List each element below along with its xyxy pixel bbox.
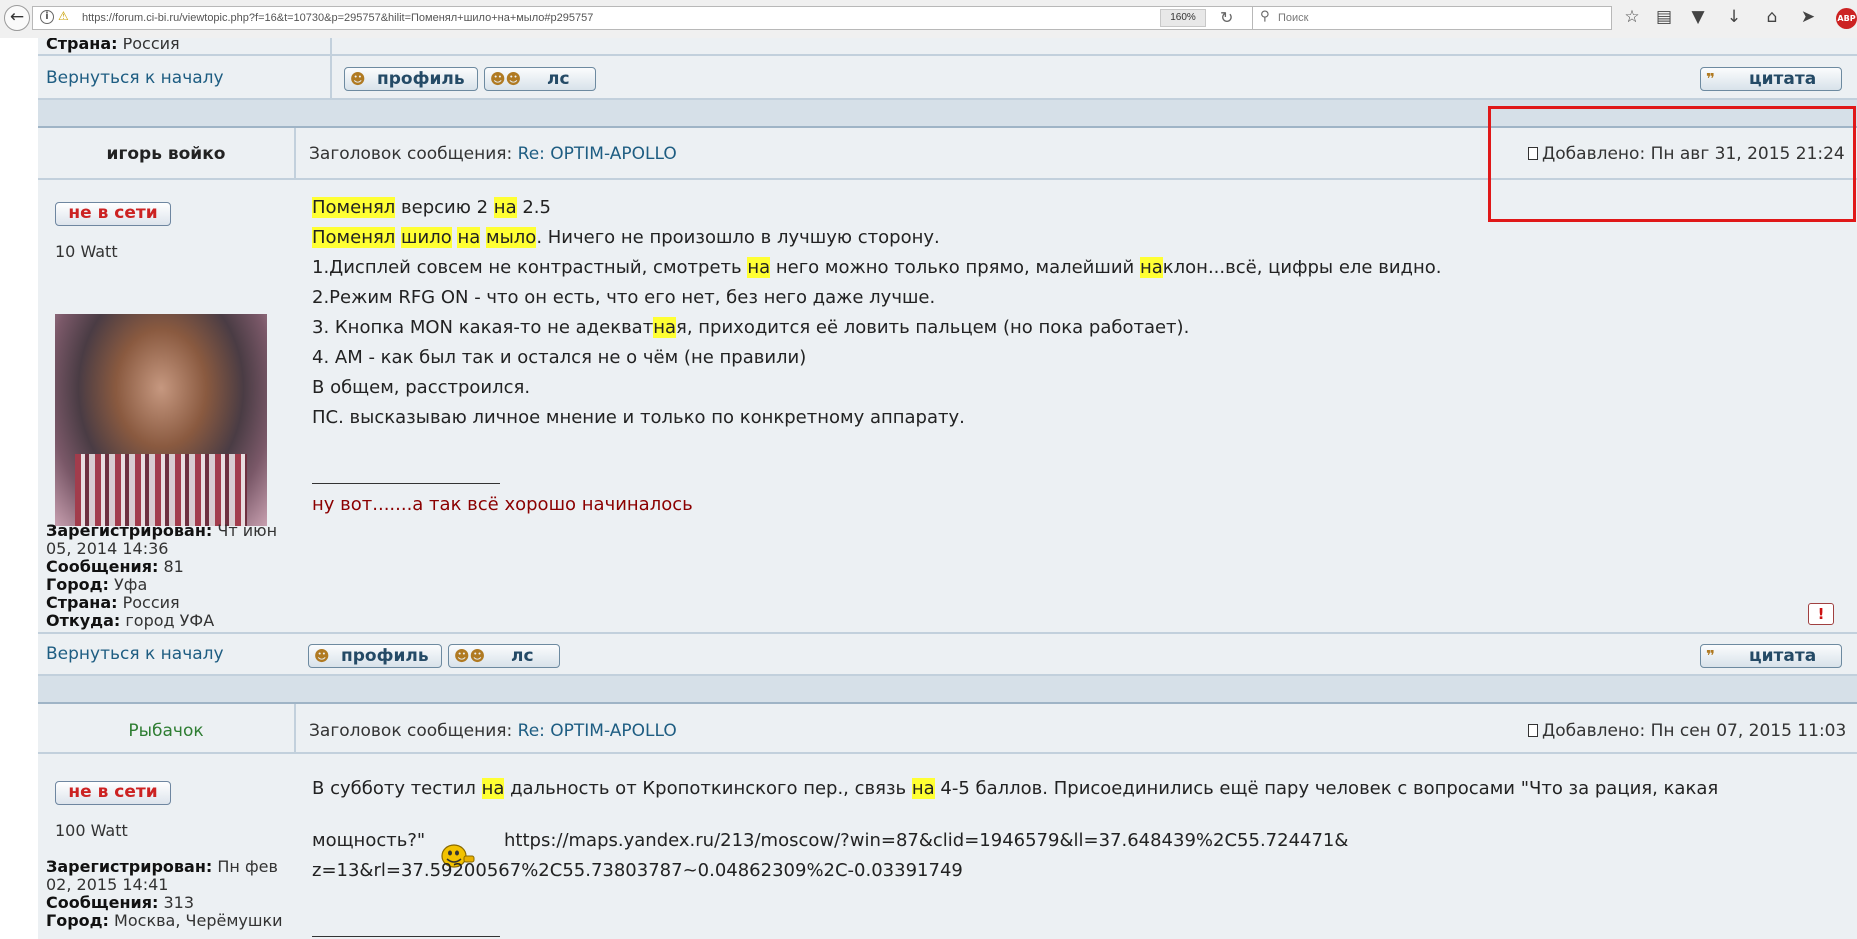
- profile-button[interactable]: ☻ профиль: [308, 644, 442, 668]
- online-status-badge: не в сети: [55, 781, 171, 805]
- post2-subject-link[interactable]: Re: OPTIM-APOLLO: [518, 721, 677, 741]
- star-icon[interactable]: ☆: [1620, 7, 1644, 27]
- quote-button[interactable]: ❞ цитата: [1700, 644, 1842, 668]
- back-to-top-link[interactable]: Вернуться к началу: [46, 644, 224, 664]
- search-placeholder: Поиск: [1278, 12, 1309, 24]
- post1-subject-link[interactable]: Re: OPTIM-APOLLO: [518, 144, 677, 164]
- back-to-top-link[interactable]: Вернуться к началу: [46, 68, 224, 88]
- message-line: Поменял версию 2 на 2.5: [312, 197, 551, 218]
- post1-from: Откуда: город УФА: [46, 611, 215, 630]
- download-icon[interactable]: ↓: [1722, 7, 1746, 27]
- quote-icon: ❞: [1706, 647, 1715, 665]
- post2-registered-date: 02, 2015 14:41: [46, 875, 169, 894]
- reader-icon[interactable]: ▤: [1652, 7, 1676, 27]
- pocket-icon[interactable]: ▼: [1686, 7, 1710, 27]
- pm-icon: ☻☻: [454, 647, 486, 665]
- pm-icon: ☻☻: [490, 70, 522, 88]
- url-text[interactable]: https://forum.ci-bi.ru/viewtopic.php?f=1…: [82, 11, 593, 25]
- post1-rank: 10 Watt: [55, 242, 118, 261]
- send-icon[interactable]: ➤: [1796, 7, 1820, 27]
- post2-line: мощность?": [312, 830, 426, 851]
- post2-rank: 100 Watt: [55, 821, 128, 840]
- post2-posts-count: Сообщения: 313: [46, 893, 195, 912]
- pm-button[interactable]: ☻☻ лс: [484, 67, 596, 91]
- quote-icon: ❞: [1706, 70, 1715, 88]
- report-icon[interactable]: !: [1808, 603, 1834, 625]
- search-highlight: на: [481, 778, 505, 799]
- home-icon[interactable]: ⌂: [1760, 7, 1784, 27]
- post2-line: В субботу тестил на дальность от Кропотк…: [312, 778, 1719, 799]
- reload-icon[interactable]: ↻: [1220, 8, 1233, 27]
- abp-icon[interactable]: ABP: [1836, 8, 1857, 29]
- prev-post-country: Страна: Россия: [46, 38, 180, 53]
- profile-button[interactable]: ☻ профиль: [344, 67, 478, 91]
- post1-posts-count: Сообщения: 81: [46, 557, 184, 576]
- back-icon[interactable]: ←: [4, 5, 30, 31]
- post2-subject: Заголовок сообщения: Re: OPTIM-APOLLO: [309, 721, 677, 741]
- prev-post-footer-row: [38, 56, 1857, 98]
- search-icon: ⚲: [1260, 9, 1270, 24]
- signature-divider: [312, 936, 500, 937]
- map-link-continued[interactable]: z=13&rl=37.59200567%2C55.73803787~0.0486…: [312, 856, 963, 886]
- post2-date: Добавлено: Пн сен 07, 2015 11:03: [1528, 721, 1846, 741]
- column-divider: [330, 38, 332, 98]
- message-line: В общем, расстроился.: [312, 377, 531, 398]
- post-icon[interactable]: [1528, 724, 1538, 737]
- avatar: [55, 314, 267, 526]
- message-line: 3. Кнопка MON какая-то не адекватная, пр…: [312, 317, 1190, 338]
- profile-icon: ☻: [314, 647, 330, 665]
- profile-icon: ☻: [350, 70, 366, 88]
- search-highlight: Поменял: [312, 197, 396, 218]
- post-spacer: [38, 676, 1857, 702]
- post1-signature: ну вот.......а так всё хорошо начиналось: [312, 494, 693, 515]
- post2-city: Город: Москва, Черёмушки: [46, 911, 283, 930]
- search-highlight: на: [1139, 257, 1163, 278]
- annotation-box: [1488, 106, 1856, 222]
- message-line: ПС. высказываю личное мнение и только по…: [312, 407, 965, 428]
- online-status-badge: не в сети: [55, 202, 171, 226]
- zoom-indicator[interactable]: 160%: [1160, 9, 1206, 27]
- search-highlight: мыло: [486, 227, 537, 248]
- pm-button[interactable]: ☻☻ лс: [448, 644, 560, 668]
- post1-country: Страна: Россия: [46, 593, 180, 612]
- post1-registered: Зарегистрирован: Чт июн: [46, 521, 278, 540]
- post2-author[interactable]: Рыбачок: [38, 721, 294, 741]
- message-line: 1.Дисплей совсем не контрастный, смотрет…: [312, 257, 1442, 278]
- search-highlight: Поменял: [312, 227, 396, 248]
- message-line: 2.Режим RFG ON - что он есть, что его не…: [312, 287, 936, 308]
- lock-icon[interactable]: ⚠: [58, 9, 69, 23]
- post1-subject: Заголовок сообщения: Re: OPTIM-APOLLO: [309, 144, 677, 164]
- post1-author[interactable]: игорь войко: [38, 144, 294, 164]
- prev-post-details-row: [38, 38, 1857, 54]
- message-line: 4. AM - как был так и остался не о чём (…: [312, 347, 807, 368]
- search-highlight: на: [911, 778, 935, 799]
- post1-registered-date: 05, 2014 14:36: [46, 539, 169, 558]
- quote-button[interactable]: ❞ цитата: [1700, 67, 1842, 91]
- signature-divider: [312, 483, 500, 484]
- search-highlight: шило: [401, 227, 452, 248]
- search-highlight: на: [653, 317, 677, 338]
- search-highlight: на: [493, 197, 517, 218]
- message-line: Поменял шило на мыло. Ничего не произошл…: [312, 227, 940, 248]
- search-highlight: на: [747, 257, 771, 278]
- post2-registered: Зарегистрирован: Пн фев: [46, 857, 278, 876]
- post1-message: Поменял версию 2 на 2.5 Поменял шило на …: [312, 193, 1441, 433]
- post1-city: Город: Уфа: [46, 575, 148, 594]
- map-link[interactable]: https://maps.yandex.ru/213/moscow/?win=8…: [504, 826, 1348, 856]
- search-highlight: на: [457, 227, 481, 248]
- info-icon[interactable]: i: [40, 10, 54, 24]
